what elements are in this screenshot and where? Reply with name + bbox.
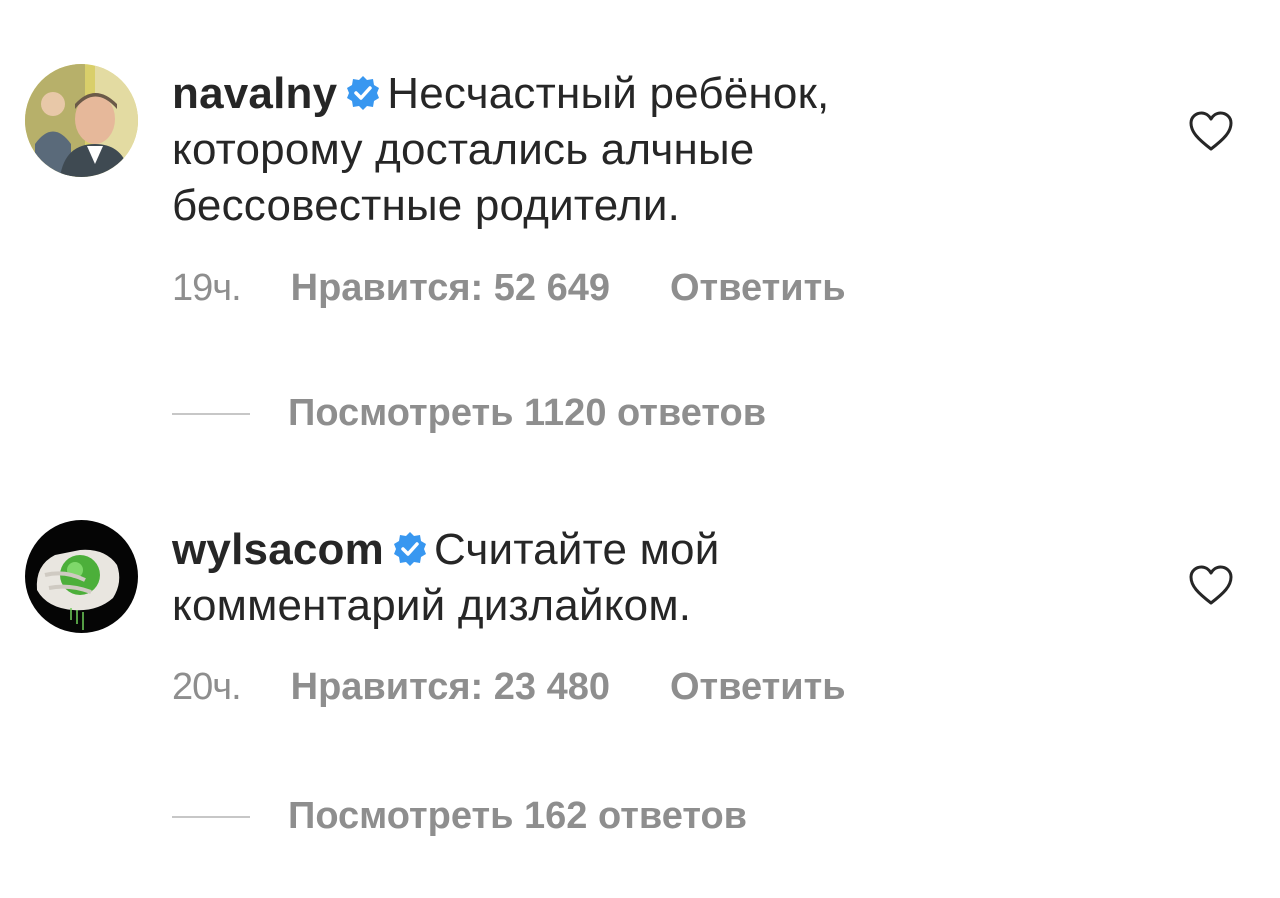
comment-time: 20ч. [172,666,242,708]
reply-button[interactable]: Ответить [670,267,846,309]
view-replies-label: Посмотреть 162 ответов [288,795,748,837]
avatar[interactable] [25,64,138,177]
heart-outline-icon[interactable] [1188,110,1234,152]
avatar[interactable] [25,520,138,633]
username[interactable]: wylsacom [172,525,384,574]
replies-divider [172,412,250,415]
reply-button[interactable]: Ответить [670,666,846,708]
view-replies-label: Посмотреть 1120 ответов [288,392,767,434]
verified-badge-icon [345,69,381,110]
replies-divider [172,815,250,818]
view-replies-button[interactable]: Посмотреть 1120 ответов [172,392,766,435]
heart-outline-icon[interactable] [1188,564,1234,606]
verified-badge-icon [392,525,428,566]
comment-text-block: wylsacom Считайте мой комментарий дизлайк… [172,522,972,634]
comment-meta: 19ч. Нравится: 52 649 Ответить [172,267,846,310]
comment-text-block: navalny Несчастный ребёнок, которому дост… [172,66,972,234]
likes-count[interactable]: Нравится: 23 480 [291,666,610,708]
username[interactable]: navalny [172,69,337,118]
avatar-photo [25,64,138,177]
view-replies-button[interactable]: Посмотреть 162 ответов [172,795,747,838]
comment-meta: 20ч. Нравится: 23 480 Ответить [172,666,846,709]
comment-time: 19ч. [172,267,242,309]
avatar-photo [25,520,138,633]
likes-count[interactable]: Нравится: 52 649 [291,267,610,309]
